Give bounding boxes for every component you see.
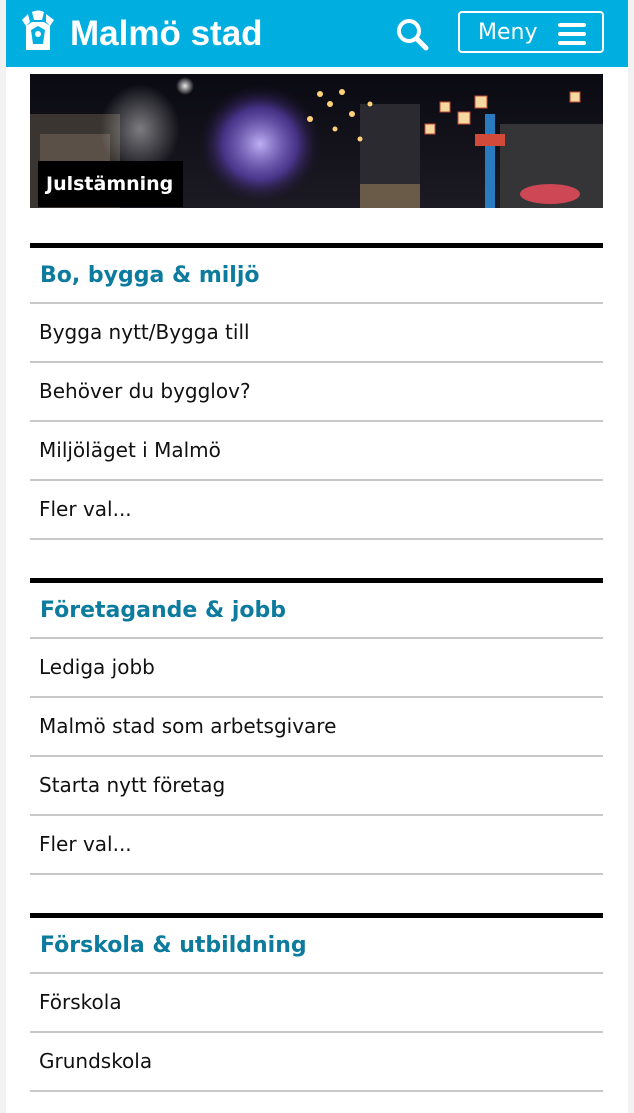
list-item[interactable]: Bygga nytt/Bygga till (30, 304, 603, 363)
page: Malmö stad Meny Julstämning Bo, bygga & … (6, 0, 628, 1113)
list-item[interactable]: Grundskola (30, 1033, 603, 1092)
hero-banner[interactable]: Julstämning (30, 74, 603, 208)
section-title[interactable]: Företagande & jobb (30, 583, 603, 639)
search-icon[interactable] (392, 14, 432, 54)
list-item[interactable]: Behöver du bygglov? (30, 363, 603, 422)
section-title[interactable]: Förskola & utbildning (30, 918, 603, 974)
malmo-griffin-logo[interactable] (20, 10, 56, 54)
menu-button[interactable]: Meny (458, 11, 604, 53)
section-title[interactable]: Bo, bygga & miljö (30, 248, 603, 304)
site-header: Malmö stad Meny (6, 0, 628, 67)
list-item[interactable]: Starta nytt företag (30, 757, 603, 816)
list-item[interactable]: Lediga jobb (30, 639, 603, 698)
list-item[interactable]: Förskola (30, 974, 603, 1033)
list-item[interactable]: Fler val... (30, 816, 603, 875)
section-forskola-utbildning: Förskola & utbildning Förskola Grundskol… (30, 913, 603, 1092)
section-foretagande-jobb: Företagande & jobb Lediga jobb Malmö sta… (30, 578, 603, 875)
section-bo-bygga-miljo: Bo, bygga & miljö Bygga nytt/Bygga till … (30, 243, 603, 540)
list-item[interactable]: Malmö stad som arbetsgivare (30, 698, 603, 757)
menu-label: Meny (478, 20, 538, 45)
list-item[interactable]: Fler val... (30, 481, 603, 540)
brand-name[interactable]: Malmö stad (70, 10, 263, 58)
list-item[interactable]: Miljöläget i Malmö (30, 422, 603, 481)
hero-label: Julstämning (38, 161, 184, 207)
hamburger-icon (558, 23, 586, 45)
